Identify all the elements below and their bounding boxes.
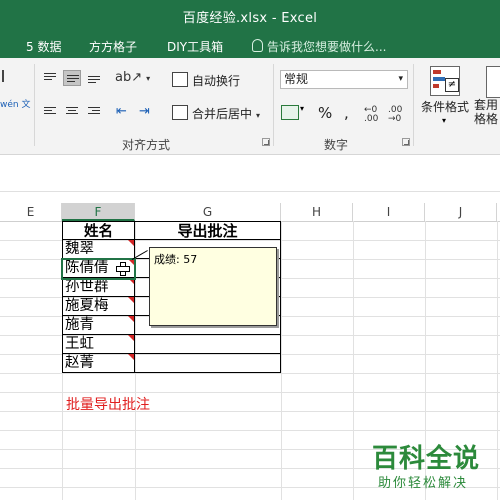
ribbon-tabs: 5 数据 方方格子 DIY工具箱 告诉我您想要做什么... xyxy=(0,32,500,58)
table-row: 王虹 xyxy=(62,335,281,354)
align-right-icon[interactable] xyxy=(85,104,103,120)
name-cell[interactable]: 魏翠 xyxy=(62,240,135,259)
orientation-icon[interactable]: ab↗ ▾ xyxy=(115,70,150,85)
name-cell[interactable]: 孙世群 xyxy=(62,278,135,297)
export-cell[interactable] xyxy=(135,354,281,373)
comment-indicator xyxy=(128,297,134,303)
batch-export-note: 批量导出批注 xyxy=(66,397,150,413)
tell-me-placeholder: 告诉我您想要做什么... xyxy=(267,40,387,54)
chevron-down-icon: ▾ xyxy=(398,74,403,84)
watermark-logo: 百科全说 助你轻松解决 xyxy=(372,438,490,494)
tab-data[interactable]: 5 数据 xyxy=(26,38,61,56)
column-header-h[interactable]: H xyxy=(281,203,353,221)
align-bottom-icon[interactable] xyxy=(85,70,103,86)
comma-style-button[interactable]: , xyxy=(344,104,349,122)
name-cell[interactable]: 王虹 xyxy=(62,335,135,354)
font-color-icon[interactable] xyxy=(2,70,14,82)
formula-bar xyxy=(0,155,500,192)
number-group-label: 数字 xyxy=(324,138,349,152)
header-export-cell[interactable]: 导出批注 xyxy=(135,221,281,240)
comment-popup[interactable]: 成绩: 57 xyxy=(149,247,277,326)
table-row: 赵菁 xyxy=(62,354,281,373)
export-cell[interactable] xyxy=(135,335,281,354)
chevron-down-icon[interactable]: ▾ xyxy=(300,104,304,113)
increase-decimal-icon[interactable]: ←0.00 xyxy=(364,106,378,124)
group-separator xyxy=(273,64,274,146)
number-format-select[interactable]: 常规 ▾ xyxy=(280,70,408,89)
tab-diy-toolbox[interactable]: DIY工具箱 xyxy=(167,38,223,56)
comment-text: 成绩: 57 xyxy=(154,253,198,266)
column-header-g[interactable]: G xyxy=(135,203,281,221)
conditional-formatting-icon[interactable]: ≠ xyxy=(430,66,460,96)
column-headers: E F G H I J xyxy=(0,203,500,222)
column-header-i[interactable]: I xyxy=(353,203,425,221)
column-header-j[interactable]: J xyxy=(425,203,497,221)
phonetic-guide-button[interactable]: wén 文 xyxy=(0,100,30,110)
conditional-formatting-button[interactable]: 条件格式 xyxy=(421,98,469,115)
comment-indicator xyxy=(128,316,134,322)
chevron-down-icon[interactable]: ▾ xyxy=(256,111,260,120)
column-header-e[interactable]: E xyxy=(0,203,62,221)
merge-center-icon xyxy=(172,105,188,120)
name-cell[interactable]: 赵菁 xyxy=(62,354,135,373)
increase-indent-icon[interactable]: ⇥ xyxy=(139,104,150,119)
align-middle-icon[interactable] xyxy=(63,70,81,86)
align-top-icon[interactable] xyxy=(41,70,59,86)
phonetic-label: wén 文 xyxy=(0,100,31,110)
alignment-dialog-launcher-icon[interactable] xyxy=(262,138,270,146)
wrap-text-button[interactable]: 自动换行 xyxy=(172,72,240,89)
watermark-subtitle: 助你轻松解决 xyxy=(378,476,469,491)
decrease-indent-icon[interactable]: ⇤ xyxy=(116,104,127,119)
window-title: 百度经验.xlsx - Excel xyxy=(182,11,318,26)
format-as-table-button[interactable]: 套用 表格格 xyxy=(474,98,500,126)
accounting-format-icon[interactable] xyxy=(281,105,299,120)
merge-center-label: 合并后居中 xyxy=(192,107,253,121)
lightbulb-icon xyxy=(252,39,263,52)
name-cell[interactable]: 施青 xyxy=(62,316,135,335)
number-format-value: 常规 xyxy=(284,72,309,86)
watermark-title: 百科全说 xyxy=(372,444,481,474)
tell-me-search[interactable]: 告诉我您想要做什么... xyxy=(252,38,386,55)
decrease-decimal-icon[interactable]: .00 →0 xyxy=(388,106,402,124)
percent-style-button[interactable]: % xyxy=(318,104,332,122)
name-cell[interactable]: 施夏梅 xyxy=(62,297,135,316)
table-header-row: 姓名 导出批注 xyxy=(62,221,281,240)
align-center-icon[interactable] xyxy=(63,104,81,120)
header-name-cell[interactable]: 姓名 xyxy=(62,221,135,240)
comment-indicator xyxy=(128,354,134,360)
comment-indicator xyxy=(128,240,134,246)
title-bar: 百度经验.xlsx - Excel xyxy=(0,0,500,32)
group-separator xyxy=(34,64,35,146)
column-header-f[interactable]: F xyxy=(62,203,135,221)
chevron-down-icon[interactable]: ▾ xyxy=(442,116,446,125)
merge-center-button[interactable]: 合并后居中 ▾ xyxy=(172,105,260,122)
group-separator xyxy=(413,64,414,146)
wrap-text-label: 自动换行 xyxy=(192,74,241,88)
number-dialog-launcher-icon[interactable] xyxy=(402,138,410,146)
wrap-text-icon xyxy=(172,72,188,87)
ribbon: wén 文 ab↗ ▾ ⇤ ⇥ 自动换行 合并后居中 ▾ 对齐方式 常规 ▾ ▾ %… xyxy=(0,58,500,155)
format-as-table-icon[interactable] xyxy=(486,66,500,98)
comment-indicator xyxy=(128,335,134,341)
alignment-group-label: 对齐方式 xyxy=(122,138,171,152)
cell-cursor-icon xyxy=(116,262,130,276)
align-left-icon[interactable] xyxy=(41,104,59,120)
tab-fangfang[interactable]: 方方格子 xyxy=(89,38,137,56)
